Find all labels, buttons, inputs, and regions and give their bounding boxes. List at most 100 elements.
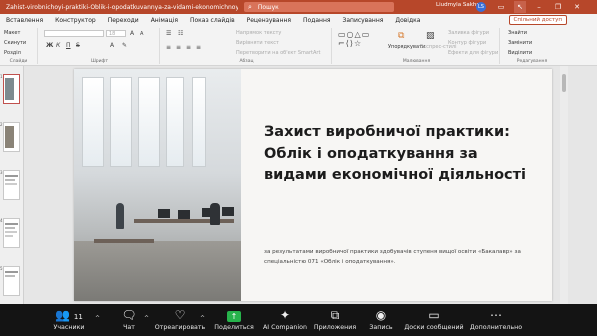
tab-recording[interactable]: Записування [337, 17, 390, 24]
font-size-dropdown[interactable]: 18 [106, 30, 126, 37]
find-button[interactable]: Знайти [508, 30, 527, 36]
record-button[interactable]: ◉ Запись [364, 307, 398, 335]
drawing-group: ▭○△▭ ⌐⟨⟩☆ ⧉ Упорядкувати ▨ Експрес-стилі … [334, 28, 500, 64]
slide-title[interactable]: Захист виробничої практики: Облік і опод… [264, 122, 534, 187]
avatar[interactable]: LS [476, 2, 486, 12]
align-left-icon[interactable]: ≡ [166, 44, 171, 51]
tab-animations[interactable]: Анімація [145, 17, 184, 24]
italic-icon[interactable]: К [56, 42, 60, 49]
minimize-icon[interactable]: – [533, 1, 545, 13]
font-name-dropdown[interactable] [44, 30, 104, 37]
slide-subtitle[interactable]: за результатами виробничої практики здоб… [264, 247, 534, 267]
font-group: 18 A A Ж К П S A ✎ Шрифт [40, 28, 160, 64]
underline-icon[interactable]: П [66, 42, 71, 49]
ai-companion-button[interactable]: ✦ AI Companion [262, 307, 308, 335]
workspace: 1 2 3 4 5 Захист виробничої практики: Об… [0, 66, 597, 304]
shape-fill-button[interactable]: Заливка фігури [448, 30, 489, 36]
smartart-button[interactable]: Перетворити на об'єкт SmartArt [236, 50, 320, 56]
tab-design[interactable]: Конструктор [49, 17, 102, 24]
paragraph-group: ☰ ☷ ≡ ≡ ≡ ≡ Напрямок тексту Вирівняти те… [162, 28, 332, 64]
slide-thumbnails[interactable]: 1 2 3 4 5 [0, 66, 24, 304]
bold-icon[interactable]: Ж [46, 42, 53, 49]
scrollbar-thumb[interactable] [562, 74, 566, 92]
quick-styles-icon[interactable]: ▨ [426, 31, 435, 41]
tab-insert[interactable]: Вставлення [0, 17, 49, 24]
slides-group: Макет Скинути Розділ Слайди [0, 28, 38, 64]
paragraph-group-label: Абзац [239, 59, 254, 64]
title-bar: Zahist-virobnichoyi-praktiki-Oblik-i-opo… [0, 0, 597, 14]
tab-transitions[interactable]: Переходи [102, 17, 145, 24]
thumbnail-slide-4[interactable] [3, 218, 20, 248]
more-label: Дополнительно [469, 324, 523, 331]
layout-button[interactable]: Макет [4, 30, 20, 36]
chat-icon: 🗨 [121, 308, 137, 322]
tab-review[interactable]: Рецензування [241, 17, 297, 24]
slide-canvas[interactable]: Захист виробничої практики: Облік і опод… [74, 69, 552, 301]
apps-icon: ⧉ [330, 308, 340, 322]
thumbnail-slide-2[interactable] [3, 122, 20, 152]
font-group-label: Шрифт [90, 59, 109, 64]
participants-button[interactable]: 👥 11 Учасники [46, 307, 92, 335]
record-icon: ◉ [375, 308, 387, 322]
thumbnail-slide-1[interactable] [3, 74, 20, 104]
shrink-font-icon[interactable]: A [140, 31, 143, 37]
reset-button[interactable]: Скинути [4, 40, 26, 46]
select-button[interactable]: Виділити [508, 50, 532, 56]
ribbon-display-icon[interactable]: ▭ [495, 1, 507, 13]
section-button[interactable]: Розділ [4, 50, 21, 56]
justify-icon[interactable]: ≡ [196, 44, 201, 51]
slides-group-label: Слайди [9, 59, 28, 64]
numbering-icon[interactable]: ☷ [178, 30, 183, 37]
more-icon: ⋯ [490, 308, 502, 322]
font-color-icon[interactable]: A [110, 42, 114, 49]
participants-count: 11 [73, 313, 83, 321]
highlight-icon[interactable]: ✎ [122, 42, 127, 49]
tab-help[interactable]: Довідка [389, 17, 426, 24]
tab-view[interactable]: Подання [297, 17, 336, 24]
share-screen-icon: ↑ [212, 307, 256, 323]
chat-caret-icon[interactable]: ^ [144, 315, 149, 322]
participants-label: Учасники [53, 324, 85, 331]
sparkle-icon: ✦ [279, 308, 291, 322]
ribbon: Макет Скинути Розділ Слайди 18 A A Ж К П… [0, 26, 597, 66]
share-screen-label: Поделиться [214, 324, 254, 331]
search-box[interactable]: ⌕ Пошук [244, 2, 394, 12]
participants-caret-icon[interactable]: ^ [95, 315, 100, 322]
whiteboards-button[interactable]: ▭ Доски сообщений [404, 307, 464, 335]
arrange-icon[interactable]: ⧉ [398, 31, 404, 41]
align-right-icon[interactable]: ≡ [186, 44, 191, 51]
restore-icon[interactable]: ❐ [552, 1, 564, 13]
chat-label: Чат [123, 324, 135, 331]
more-button[interactable]: ⋯ Дополнительно [468, 307, 524, 335]
align-center-icon[interactable]: ≡ [176, 44, 181, 51]
replace-button[interactable]: Замінити [508, 40, 532, 46]
thumbnail-slide-3[interactable] [3, 170, 20, 200]
shape-outline-button[interactable]: Контур фігури [448, 40, 486, 46]
whiteboards-label: Доски сообщений [404, 324, 464, 331]
record-label: Запись [369, 324, 393, 331]
pointer-icon[interactable]: ↖ [514, 1, 526, 13]
grow-font-icon[interactable]: A [130, 30, 134, 37]
chat-button[interactable]: 🗨 Чат [112, 307, 146, 335]
ribbon-tabs: Вставлення Конструктор Переходи Анімація… [0, 14, 597, 26]
meeting-toolbar: 👥 11 Учасники ^ 🗨 Чат ^ ♡ Отреагировать … [0, 304, 597, 336]
share-screen-button[interactable]: ↑ Поделиться [212, 307, 256, 335]
editing-group-label: Редагування [516, 59, 548, 64]
shapes-gallery-icon[interactable]: ▭○△▭ ⌐⟨⟩☆ [338, 30, 370, 48]
participants-icon: 👥 11 [55, 308, 83, 322]
apps-label: Приложения [313, 324, 357, 331]
search-icon: ⌕ [248, 2, 252, 11]
thumbnail-slide-5[interactable] [3, 266, 20, 296]
shape-effects-button[interactable]: Ефекти для фігури [448, 50, 498, 56]
close-icon[interactable]: ✕ [571, 1, 583, 13]
strikethrough-icon[interactable]: S [76, 42, 80, 49]
share-button[interactable]: Спільний доступ [508, 15, 567, 25]
apps-button[interactable]: ⧉ Приложения [312, 307, 358, 335]
react-caret-icon[interactable]: ^ [200, 315, 205, 322]
text-direction-button[interactable]: Напрямок тексту [236, 30, 281, 36]
tab-slideshow[interactable]: Показ слайдів [184, 17, 241, 24]
bullets-icon[interactable]: ☰ [166, 30, 171, 37]
align-text-button[interactable]: Вирівняти текст [236, 40, 279, 46]
vertical-scrollbar[interactable] [560, 66, 568, 304]
office-photo [74, 69, 241, 301]
